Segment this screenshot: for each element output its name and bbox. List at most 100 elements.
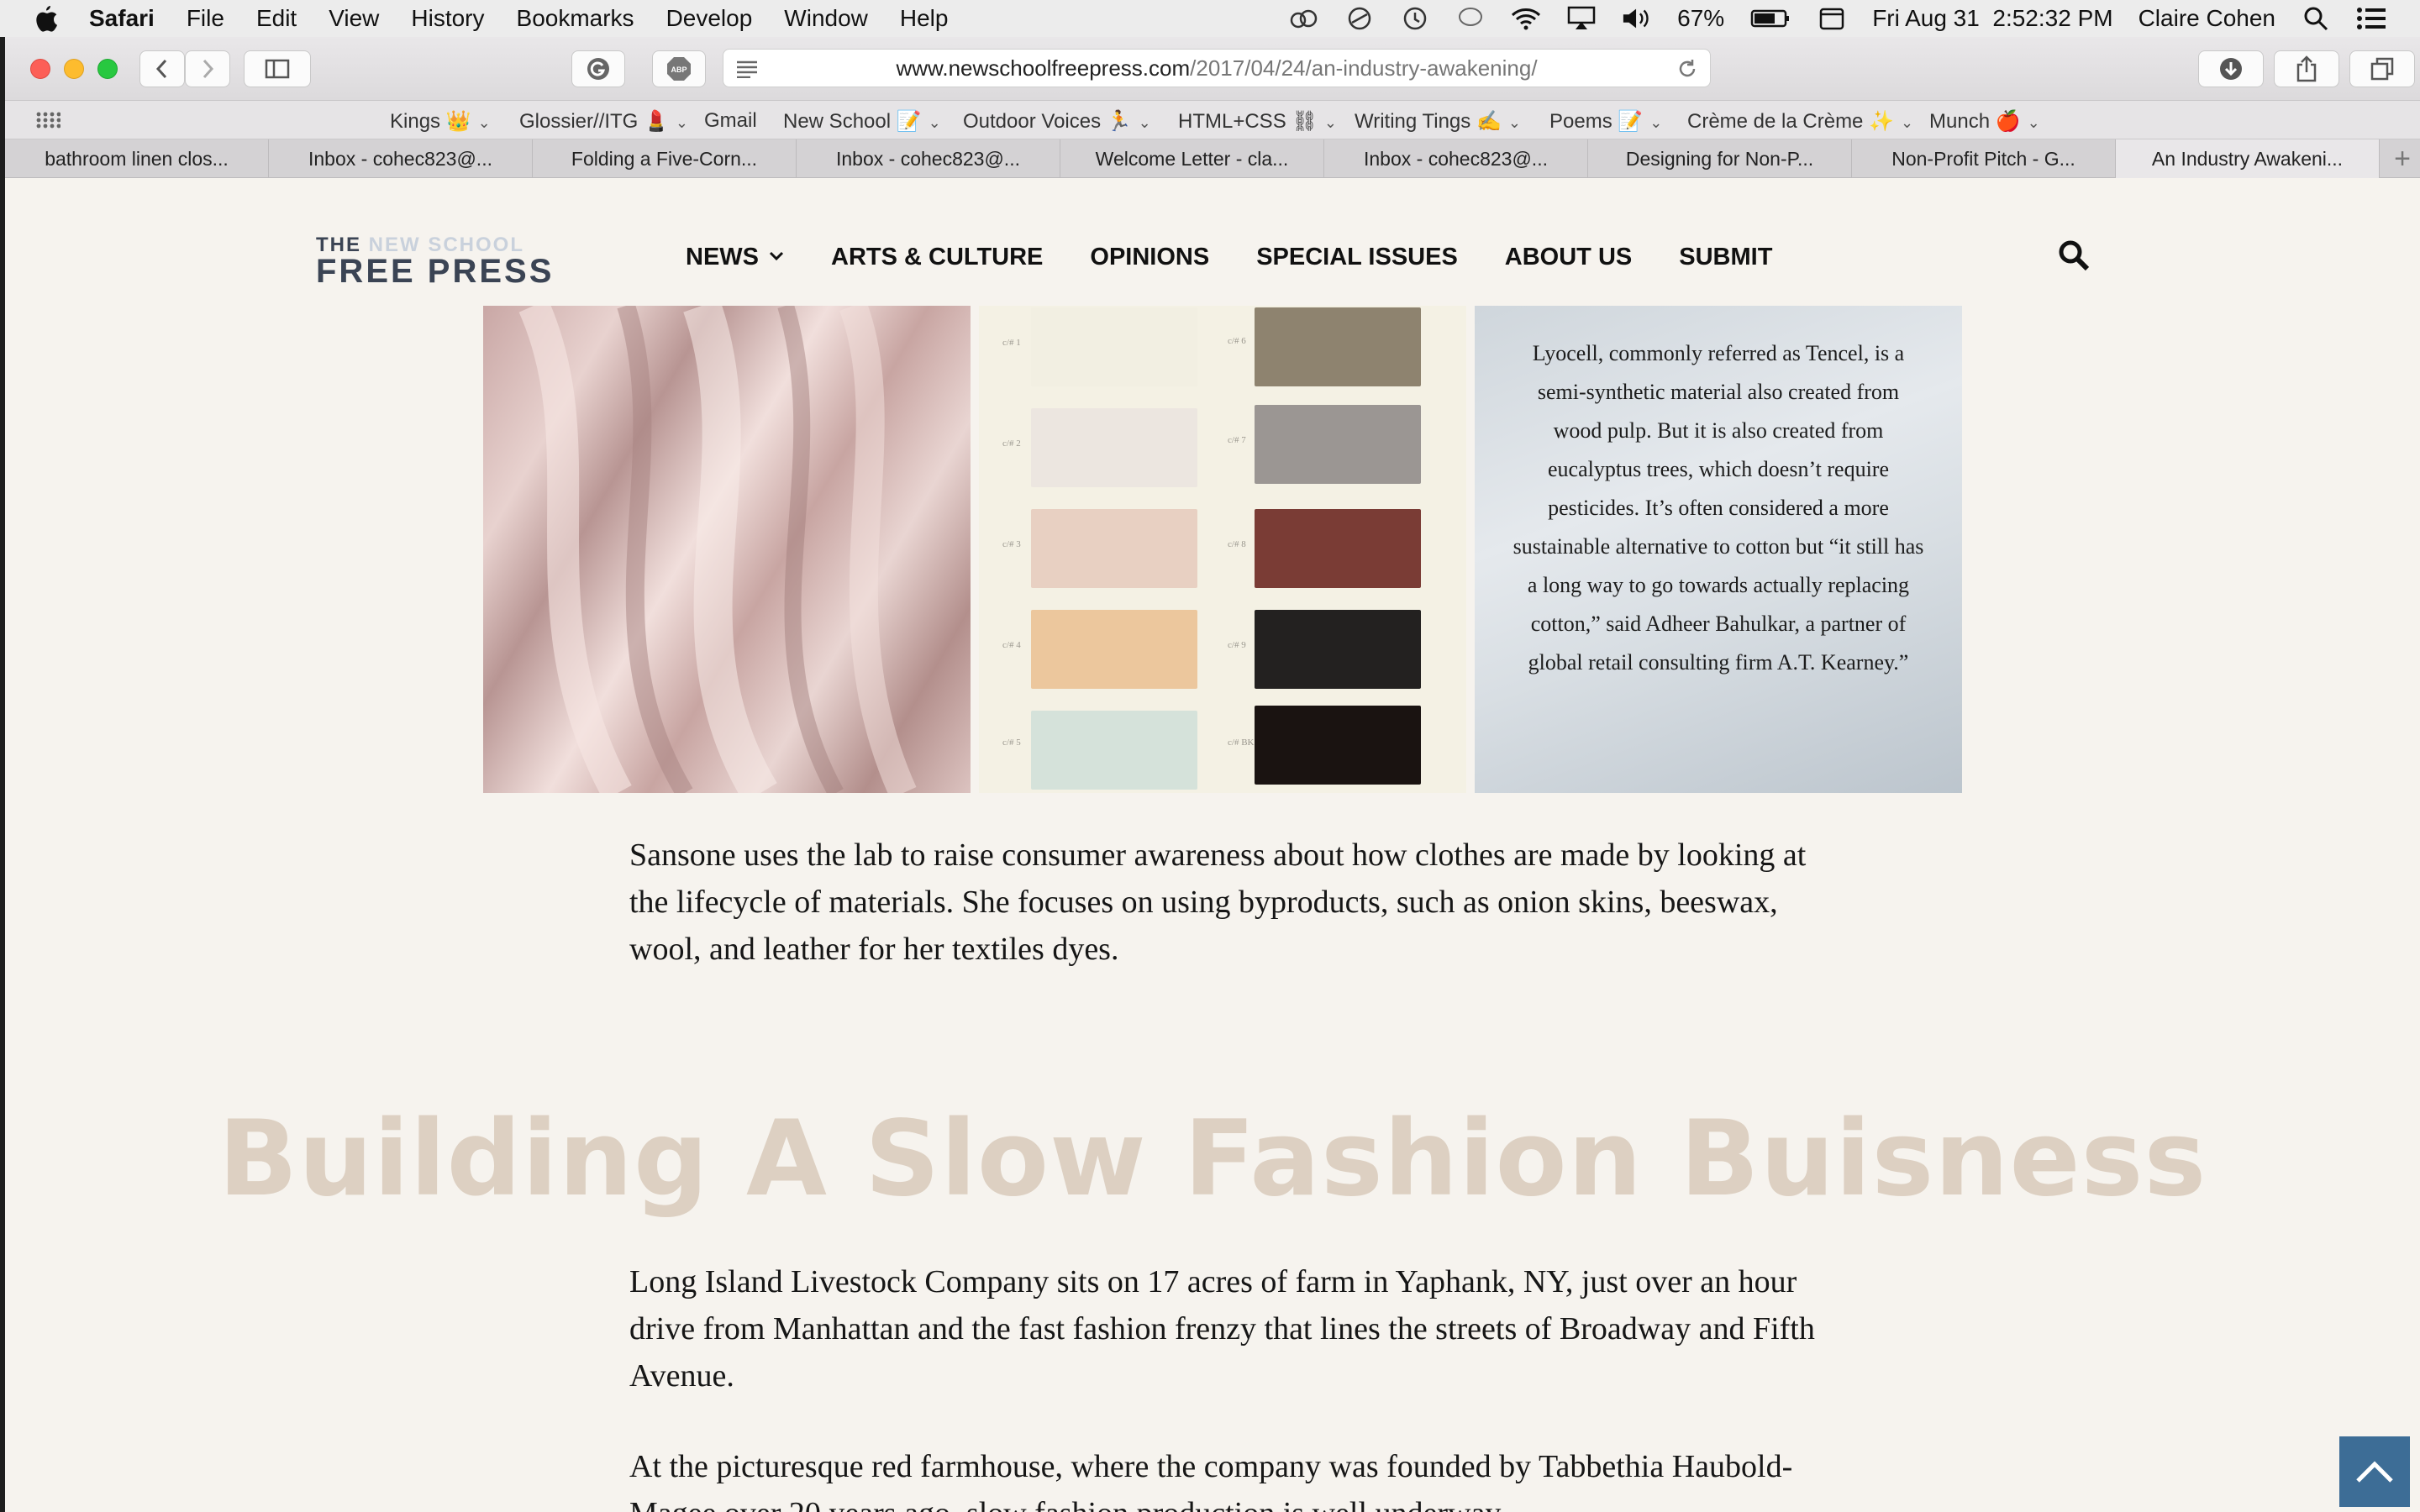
- browser-tab-active[interactable]: An Industry Awakeni...: [2116, 139, 2380, 178]
- bookmark-folder-new-school[interactable]: New School 📝 ⌄: [783, 109, 941, 134]
- chevron-down-icon: ⌄: [1900, 114, 1914, 131]
- browser-tab[interactable]: Folding a Five-Corn...: [533, 139, 797, 178]
- new-tab-button[interactable]: +: [2385, 139, 2420, 178]
- logo-text-free-press: FREE PRESS: [316, 253, 555, 290]
- back-button[interactable]: [139, 50, 185, 87]
- grammarly-button[interactable]: [571, 50, 625, 87]
- browser-window: ABP www.newschoolfreepress.com/2017/04/2…: [5, 37, 2420, 1512]
- menu-bar: Safari File Edit View History Bookmarks …: [0, 0, 2420, 37]
- nav-submit[interactable]: SUBMIT: [1679, 244, 1772, 271]
- messages-icon[interactable]: [1455, 3, 1486, 34]
- adblock-icon: ABP: [667, 57, 691, 81]
- apple-icon[interactable]: [34, 4, 59, 33]
- bookmark-label: Writing Tings ✍: [1355, 110, 1502, 133]
- menu-help[interactable]: Help: [900, 5, 949, 32]
- browser-tab[interactable]: Inbox - cohec823@...: [797, 139, 1060, 178]
- swatch-label: c/# 3: [1002, 539, 1021, 549]
- bookmark-folder-munch[interactable]: Munch 🍎 ⌄: [1929, 109, 2040, 134]
- search-icon[interactable]: [2057, 239, 2091, 272]
- chevron-down-icon: ⌄: [1323, 114, 1337, 131]
- article-paragraph: Sansone uses the lab to raise consumer a…: [629, 837, 1807, 967]
- chevron-down-icon: ⌄: [1507, 114, 1521, 131]
- adblock-button[interactable]: ABP: [652, 50, 706, 87]
- chevron-down-icon: ⌄: [928, 114, 941, 131]
- fantastical-icon[interactable]: [1817, 3, 1847, 34]
- tab-bar: bathroom linen clos... Inbox - cohec823@…: [5, 139, 2420, 178]
- swatch-label: c/# 9: [1228, 640, 1246, 650]
- time-machine-icon[interactable]: [1400, 3, 1430, 34]
- menu-app-name[interactable]: Safari: [89, 5, 155, 32]
- address-bar[interactable]: www.newschoolfreepress.com/2017/04/24/an…: [723, 49, 1711, 87]
- swatch-label: c/# 2: [1002, 438, 1021, 449]
- swatch-label: c/# 4: [1002, 640, 1021, 650]
- spotlight-icon[interactable]: [2301, 3, 2331, 34]
- downloads-button[interactable]: [2198, 50, 2264, 87]
- clock[interactable]: Fri Aug 31 2:52:32 PM: [1872, 5, 2112, 32]
- nav-arts-culture[interactable]: ARTS & CULTURE: [831, 244, 1043, 271]
- user-name[interactable]: Claire Cohen: [2139, 5, 2275, 32]
- bookmark-folder-kings[interactable]: Kings 👑 ⌄: [390, 109, 491, 134]
- bookmark-folder-glossier[interactable]: Glossier//ITG 💄 ⌄: [519, 109, 688, 134]
- swatch-label: c/# 8: [1228, 539, 1246, 549]
- swatch: [1031, 408, 1197, 487]
- wifi-icon[interactable]: [1511, 3, 1541, 34]
- browser-tab[interactable]: Inbox - cohec823@...: [269, 139, 533, 178]
- bookmark-folder-outdoor-voices[interactable]: Outdoor Voices 🏃 ⌄: [963, 109, 1151, 134]
- bookmark-folder-creme[interactable]: Crème de la Crème ✨ ⌄: [1687, 109, 1913, 134]
- url-path: /2017/04/24/an-industry-awakening/: [1190, 55, 1538, 81]
- nav-about-us[interactable]: ABOUT US: [1505, 244, 1632, 271]
- nav-opinions[interactable]: OPINIONS: [1090, 244, 1209, 271]
- swatch-label: c/# 7: [1228, 435, 1246, 445]
- menu-edit[interactable]: Edit: [256, 5, 297, 32]
- chevron-down-icon: ⌄: [1649, 114, 1663, 131]
- swatch: [1255, 405, 1421, 484]
- airplay-icon[interactable]: [1566, 3, 1597, 34]
- svg-text:ABP: ABP: [671, 66, 687, 74]
- browser-tab[interactable]: Non-Profit Pitch - G...: [1852, 139, 2116, 178]
- zoom-window-button[interactable]: [97, 59, 118, 79]
- volume-icon[interactable]: [1622, 3, 1652, 34]
- share-button[interactable]: [2274, 50, 2339, 87]
- menu-file[interactable]: File: [187, 5, 224, 32]
- bookmark-label: Crème de la Crème ✨: [1687, 110, 1894, 133]
- browser-tab[interactable]: Inbox - cohec823@...: [1324, 139, 1588, 178]
- nav-news[interactable]: NEWS: [686, 244, 784, 271]
- swatch: [1255, 307, 1421, 386]
- site-logo[interactable]: THE NEW SCHOOL FREE PRESS: [316, 234, 555, 290]
- chevron-down-icon: ⌄: [675, 114, 688, 131]
- minimize-window-button[interactable]: [64, 59, 84, 79]
- close-window-button[interactable]: [30, 59, 50, 79]
- reader-icon[interactable]: [735, 60, 759, 78]
- reload-icon[interactable]: [1676, 58, 1698, 80]
- sync-icon[interactable]: [1344, 3, 1375, 34]
- bookmark-folder-writing[interactable]: Writing Tings ✍ ⌄: [1355, 109, 1521, 134]
- swatch: [1031, 610, 1197, 689]
- nav-special-issues[interactable]: SPECIAL ISSUES: [1256, 244, 1458, 271]
- top-sites-grid-icon[interactable]: [35, 111, 60, 129]
- browser-tab[interactable]: Designing for Non-P...: [1588, 139, 1852, 178]
- tab-overview-button[interactable]: [2349, 50, 2415, 87]
- menu-bookmarks[interactable]: Bookmarks: [517, 5, 634, 32]
- creative-cloud-icon[interactable]: [1289, 3, 1319, 34]
- image-gallery: c/# 1 c/# 2 c/# 3 c/# 4 c/# 5 c/# 6 c/# …: [483, 306, 1962, 793]
- browser-tab[interactable]: bathroom linen clos...: [5, 139, 269, 178]
- bookmark-gmail[interactable]: Gmail: [704, 109, 757, 133]
- bookmark-label: Glossier//ITG 💄: [519, 110, 669, 133]
- menu-develop[interactable]: Develop: [666, 5, 753, 32]
- browser-tab[interactable]: Welcome Letter - cla...: [1060, 139, 1324, 178]
- bookmark-folder-poems[interactable]: Poems 📝 ⌄: [1549, 109, 1662, 134]
- menu-view[interactable]: View: [329, 5, 379, 32]
- bookmark-label: Munch 🍎: [1929, 110, 2021, 133]
- menu-history[interactable]: History: [411, 5, 484, 32]
- bookmark-folder-html-css[interactable]: HTML+CSS ⛓ ⌄: [1178, 109, 1337, 134]
- battery-percent: 67%: [1677, 5, 1725, 31]
- sidebar-toggle-button[interactable]: [244, 50, 311, 87]
- battery-icon[interactable]: [1749, 3, 1791, 34]
- notification-center-icon[interactable]: [2356, 3, 2386, 34]
- bookmark-label: Outdoor Voices 🏃: [963, 110, 1132, 133]
- back-to-top-button[interactable]: [2339, 1436, 2410, 1507]
- menu-window[interactable]: Window: [784, 5, 868, 32]
- bookmark-label: Kings 👑: [390, 110, 471, 133]
- sidebar-icon: [265, 59, 290, 79]
- forward-button[interactable]: [185, 50, 230, 87]
